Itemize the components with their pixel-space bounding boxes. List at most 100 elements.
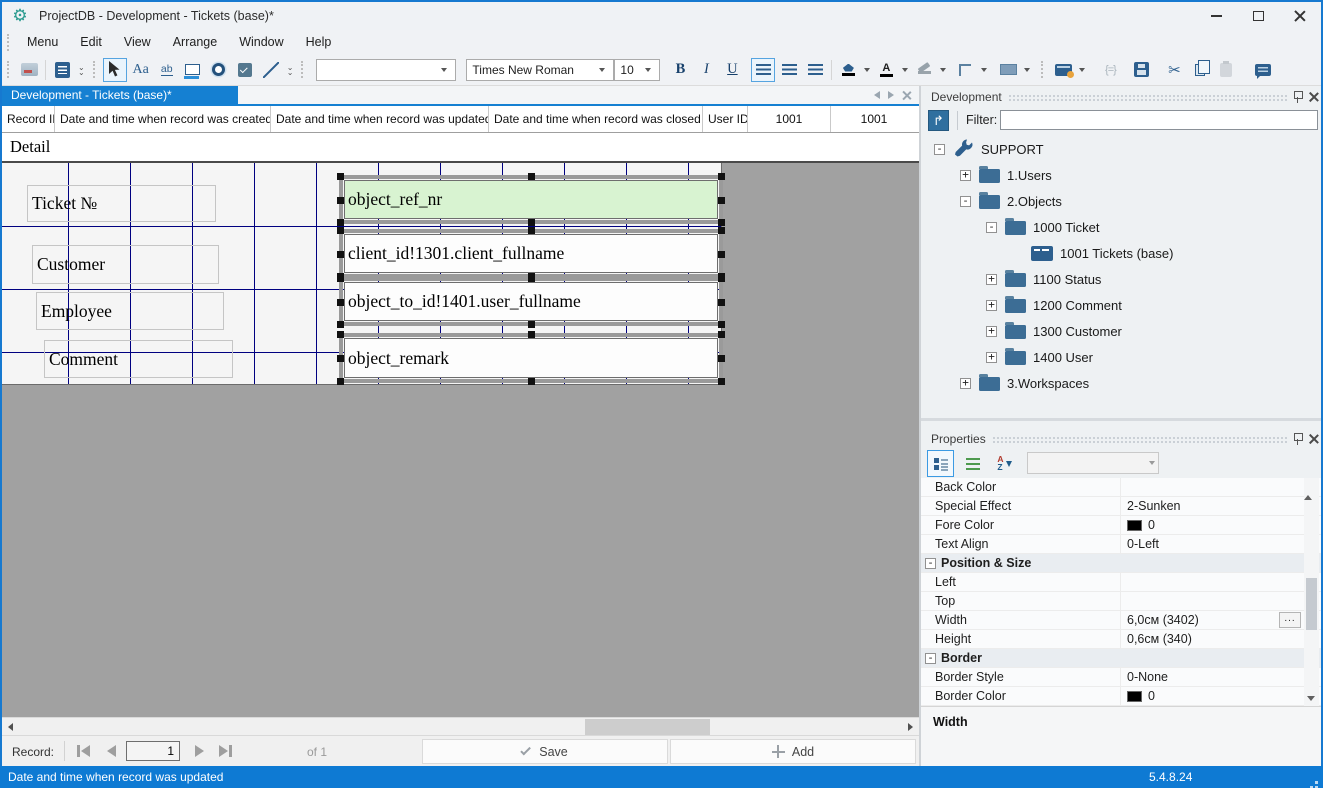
categorized-view-button[interactable] xyxy=(927,450,954,477)
panel-divider[interactable] xyxy=(921,418,1321,421)
style-combobox[interactable] xyxy=(316,58,457,81)
property-group-position-size[interactable]: - Position & Size xyxy=(921,554,1321,573)
selection-handle[interactable] xyxy=(528,173,535,180)
tree-item-objects[interactable]: - 2.Objects xyxy=(921,188,1321,214)
scroll-down-icon[interactable] xyxy=(1307,696,1315,701)
align-center-button[interactable] xyxy=(777,58,801,82)
radio-tool-button[interactable] xyxy=(207,58,231,82)
form-label-ticket[interactable]: Ticket № xyxy=(27,185,216,222)
tree-expander[interactable]: + xyxy=(960,377,971,389)
group-expander[interactable]: - xyxy=(925,652,936,664)
header-cell-user-id[interactable]: User ID xyxy=(703,106,748,132)
add-record-button[interactable]: Add xyxy=(670,739,916,764)
selection-handle[interactable] xyxy=(718,173,725,180)
selection-handle[interactable] xyxy=(337,298,344,306)
selection-handle[interactable] xyxy=(718,227,725,234)
scroll-up-icon[interactable] xyxy=(1304,478,1312,500)
selection-handle[interactable] xyxy=(528,321,535,328)
tree-expander[interactable]: - xyxy=(934,143,945,155)
tree-item-support[interactable]: - SUPPORT xyxy=(921,136,1321,162)
filter-input[interactable] xyxy=(1000,110,1318,130)
bold-button[interactable]: B xyxy=(668,58,692,82)
form-label-comment[interactable]: Comment xyxy=(44,340,233,378)
header-cell-record-id[interactable]: Record ID xyxy=(2,106,55,132)
copy-button[interactable] xyxy=(1188,58,1212,82)
tree-expander[interactable]: + xyxy=(986,351,997,363)
scrollbar-thumb[interactable] xyxy=(585,719,710,735)
property-row-top[interactable]: Top xyxy=(921,592,1321,611)
property-row-special-effect[interactable]: Special Effect 2-Sunken xyxy=(921,497,1321,516)
tree-expander[interactable]: + xyxy=(986,299,997,311)
select-tool-button[interactable] xyxy=(102,57,127,82)
selection-handle[interactable] xyxy=(528,378,535,385)
selection-handle[interactable] xyxy=(337,250,344,258)
alphabetical-view-button[interactable] xyxy=(959,450,986,477)
tree-item-1400-user[interactable]: + 1400 User xyxy=(921,344,1321,370)
underline-button[interactable]: U xyxy=(720,58,744,82)
selection-handle[interactable] xyxy=(337,331,344,338)
scroll-right-button[interactable] xyxy=(902,718,919,736)
field-object-ref-nr[interactable]: object_ref_nr xyxy=(337,173,725,226)
align-right-button[interactable] xyxy=(803,58,827,82)
selection-handle[interactable] xyxy=(528,227,535,234)
property-group-border[interactable]: - Border xyxy=(921,649,1321,668)
form-label-employee[interactable]: Employee xyxy=(36,292,224,330)
toolbar-overflow-icon[interactable]: ⌄ ⌄ xyxy=(287,63,294,76)
tree-item-users[interactable]: + 1.Users xyxy=(921,162,1321,188)
menu-item-edit[interactable]: Edit xyxy=(69,32,113,52)
tab-scroll-right-icon[interactable] xyxy=(888,91,894,99)
font-size-combobox[interactable]: 10 xyxy=(614,58,661,81)
property-row-border-color[interactable]: Border Color 0 xyxy=(921,687,1321,706)
property-row-left[interactable]: Left xyxy=(921,573,1321,592)
selection-handle[interactable] xyxy=(718,321,725,328)
selection-handle[interactable] xyxy=(718,219,725,226)
menu-item-view[interactable]: View xyxy=(113,32,162,52)
form-label-customer[interactable]: Customer xyxy=(32,245,219,284)
previous-record-button[interactable] xyxy=(100,743,122,759)
field-client-id[interactable]: client_id!1301.client_fullname xyxy=(337,227,725,280)
selection-handle[interactable] xyxy=(718,378,725,385)
fill-color-button[interactable] xyxy=(836,58,860,82)
close-panel-button[interactable] xyxy=(1305,430,1321,447)
menu-item-menu[interactable]: Menu xyxy=(16,32,69,52)
selection-handle[interactable] xyxy=(337,196,344,204)
shape-fill-button[interactable] xyxy=(996,58,1020,82)
tree-expander[interactable]: + xyxy=(986,325,997,337)
pin-panel-button[interactable] xyxy=(1289,88,1305,105)
chevron-down-icon[interactable] xyxy=(981,67,988,72)
menu-item-window[interactable]: Window xyxy=(228,32,294,52)
script-list-button[interactable]: {=} xyxy=(1098,58,1122,82)
label-tool-button[interactable]: Aa xyxy=(129,58,153,82)
maximize-button[interactable] xyxy=(1237,2,1279,30)
property-row-text-align[interactable]: Text Align 0-Left xyxy=(921,535,1321,554)
save-button[interactable] xyxy=(1129,58,1153,82)
chevron-down-icon[interactable] xyxy=(902,67,909,72)
property-object-combobox[interactable] xyxy=(1027,452,1159,474)
property-row-width[interactable]: Width 6,0см (3402) ... xyxy=(921,611,1321,630)
selection-handle[interactable] xyxy=(337,173,344,180)
tree-item-1300-customer[interactable]: + 1300 Customer xyxy=(921,318,1321,344)
tab-close-icon[interactable] xyxy=(902,91,911,100)
selection-handle[interactable] xyxy=(718,196,725,204)
tree-expander[interactable]: - xyxy=(960,195,971,207)
selection-handle[interactable] xyxy=(718,275,725,282)
close-panel-button[interactable] xyxy=(1305,88,1321,105)
font-color-button[interactable]: A xyxy=(874,58,898,82)
selection-handle[interactable] xyxy=(528,331,535,338)
tree-expander[interactable]: - xyxy=(986,221,997,233)
close-button[interactable] xyxy=(1279,2,1321,30)
sort-az-button[interactable]: AZ xyxy=(991,450,1018,477)
menu-item-help[interactable]: Help xyxy=(295,32,343,52)
selection-handle[interactable] xyxy=(337,275,344,282)
tree-expander[interactable]: + xyxy=(986,273,997,285)
line-tool-button[interactable] xyxy=(259,58,283,82)
paste-button[interactable] xyxy=(1214,58,1238,82)
detail-band-header[interactable]: Detail xyxy=(2,133,919,163)
checkbox-tool-button[interactable] xyxy=(233,58,257,82)
textbox-tool-button[interactable]: ab xyxy=(155,58,179,82)
last-record-button[interactable] xyxy=(214,743,236,759)
selection-handle[interactable] xyxy=(337,227,344,234)
group-expander[interactable]: - xyxy=(925,557,936,569)
tree-item-1200-comment[interactable]: + 1200 Comment xyxy=(921,292,1321,318)
property-row-border-style[interactable]: Border Style 0-None xyxy=(921,668,1321,687)
